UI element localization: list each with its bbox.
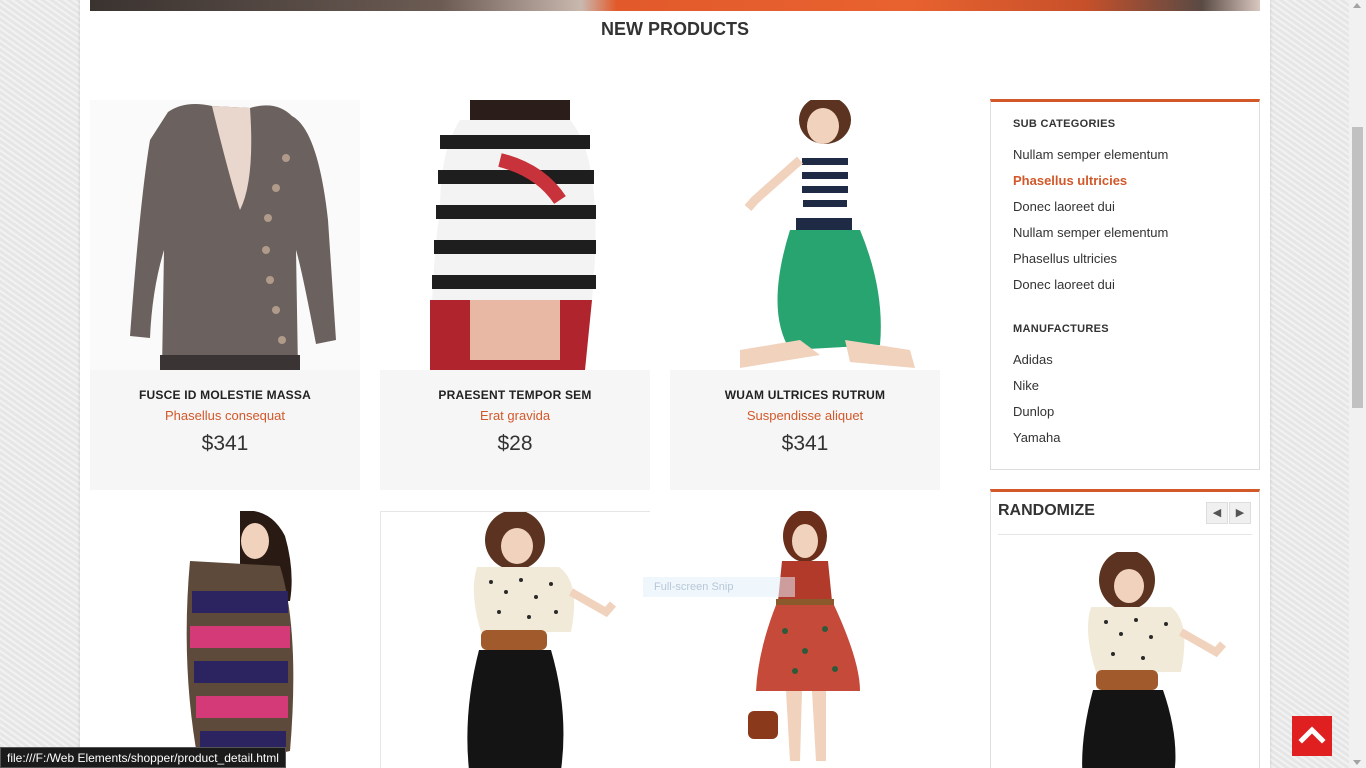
manufacturer-item[interactable]: Dunlop: [1013, 404, 1237, 430]
product-image[interactable]: [380, 100, 650, 370]
scrollbar-thumb[interactable]: [1352, 127, 1363, 408]
sub-categories-list: Nullam semper elementum Phasellus ultric…: [1013, 147, 1237, 303]
product-price: $341: [201, 432, 249, 455]
chevron-right-icon: ▶: [1235, 506, 1245, 519]
product-image[interactable]: [670, 511, 940, 768]
product-price: $341: [781, 432, 829, 455]
sub-category-item[interactable]: Donec laoreet dui: [1013, 277, 1237, 303]
product-price: $28: [497, 432, 533, 455]
product-image[interactable]: [670, 100, 940, 370]
product-subtitle: Suspendisse aliquet: [746, 408, 864, 423]
back-to-top-button[interactable]: [1292, 716, 1332, 756]
sub-categories-heading: SUB CATEGORIES: [1013, 118, 1116, 130]
product-image[interactable]: [90, 100, 360, 370]
product-name[interactable]: FUSCE ID MOLESTIE MASSA: [90, 388, 360, 402]
product-subtitle: Phasellus consequat: [165, 408, 285, 423]
product-subtitle: Erat gravida: [479, 408, 551, 423]
status-bar-url: file:///F:/Web Elements/shopper/product_…: [0, 747, 286, 768]
divider: [998, 534, 1252, 535]
arrow-up-icon: [1298, 726, 1326, 744]
manufacturer-item[interactable]: Yamaha: [1013, 430, 1237, 456]
sub-category-item[interactable]: Nullam semper elementum: [1013, 147, 1237, 173]
section-title: NEW PRODUCTS: [601, 19, 749, 39]
chevron-left-icon: ◀: [1212, 506, 1222, 519]
sub-category-item[interactable]: Nullam semper elementum: [1013, 225, 1237, 251]
sidebar-categories: SUB CATEGORIES Nullam semper elementum P…: [990, 99, 1260, 470]
snip-hint-overlay: Full-screen Snip: [643, 577, 795, 597]
scroll-down-icon[interactable]: [1353, 760, 1361, 765]
product-card[interactable]: [90, 511, 360, 768]
product-card[interactable]: [380, 511, 651, 768]
product-card[interactable]: WUAM ULTRICES RUTRUM Suspendisse aliquet…: [670, 100, 940, 490]
sub-category-item-active[interactable]: Phasellus ultricies: [1013, 173, 1237, 199]
sub-category-item[interactable]: Phasellus ultricies: [1013, 251, 1237, 277]
product-name[interactable]: WUAM ULTRICES RUTRUM: [670, 388, 940, 402]
carousel-prev-button[interactable]: ◀: [1206, 502, 1228, 524]
randomize-product-image[interactable]: [1031, 552, 1231, 768]
product-card[interactable]: [670, 511, 940, 768]
product-name[interactable]: PRAESENT TEMPOR SEM: [380, 388, 650, 402]
page-content: NEW PRODUCTS FUSCE ID MOLESTIE MASSA Pha…: [80, 0, 1270, 768]
product-card[interactable]: FUSCE ID MOLESTIE MASSA Phasellus conseq…: [90, 100, 360, 490]
randomize-title: RANDOMIZE: [998, 502, 1095, 519]
manufacturer-item[interactable]: Adidas: [1013, 352, 1237, 378]
manufacturer-item[interactable]: Nike: [1013, 378, 1237, 404]
product-image[interactable]: [90, 511, 360, 768]
manufactures-heading: MANUFACTURES: [1013, 323, 1109, 335]
product-image[interactable]: [381, 512, 651, 768]
manufactures-list: Adidas Nike Dunlop Yamaha: [1013, 352, 1237, 456]
carousel-next-button[interactable]: ▶: [1229, 502, 1251, 524]
hero-banner[interactable]: [90, 0, 1260, 11]
scroll-up-icon[interactable]: [1353, 3, 1361, 8]
randomize-widget: RANDOMIZE ◀ ▶: [990, 489, 1260, 768]
product-card[interactable]: PRAESENT TEMPOR SEM Erat gravida $28: [380, 100, 650, 490]
vertical-scrollbar[interactable]: [1349, 0, 1366, 768]
sub-category-item[interactable]: Donec laoreet dui: [1013, 199, 1237, 225]
